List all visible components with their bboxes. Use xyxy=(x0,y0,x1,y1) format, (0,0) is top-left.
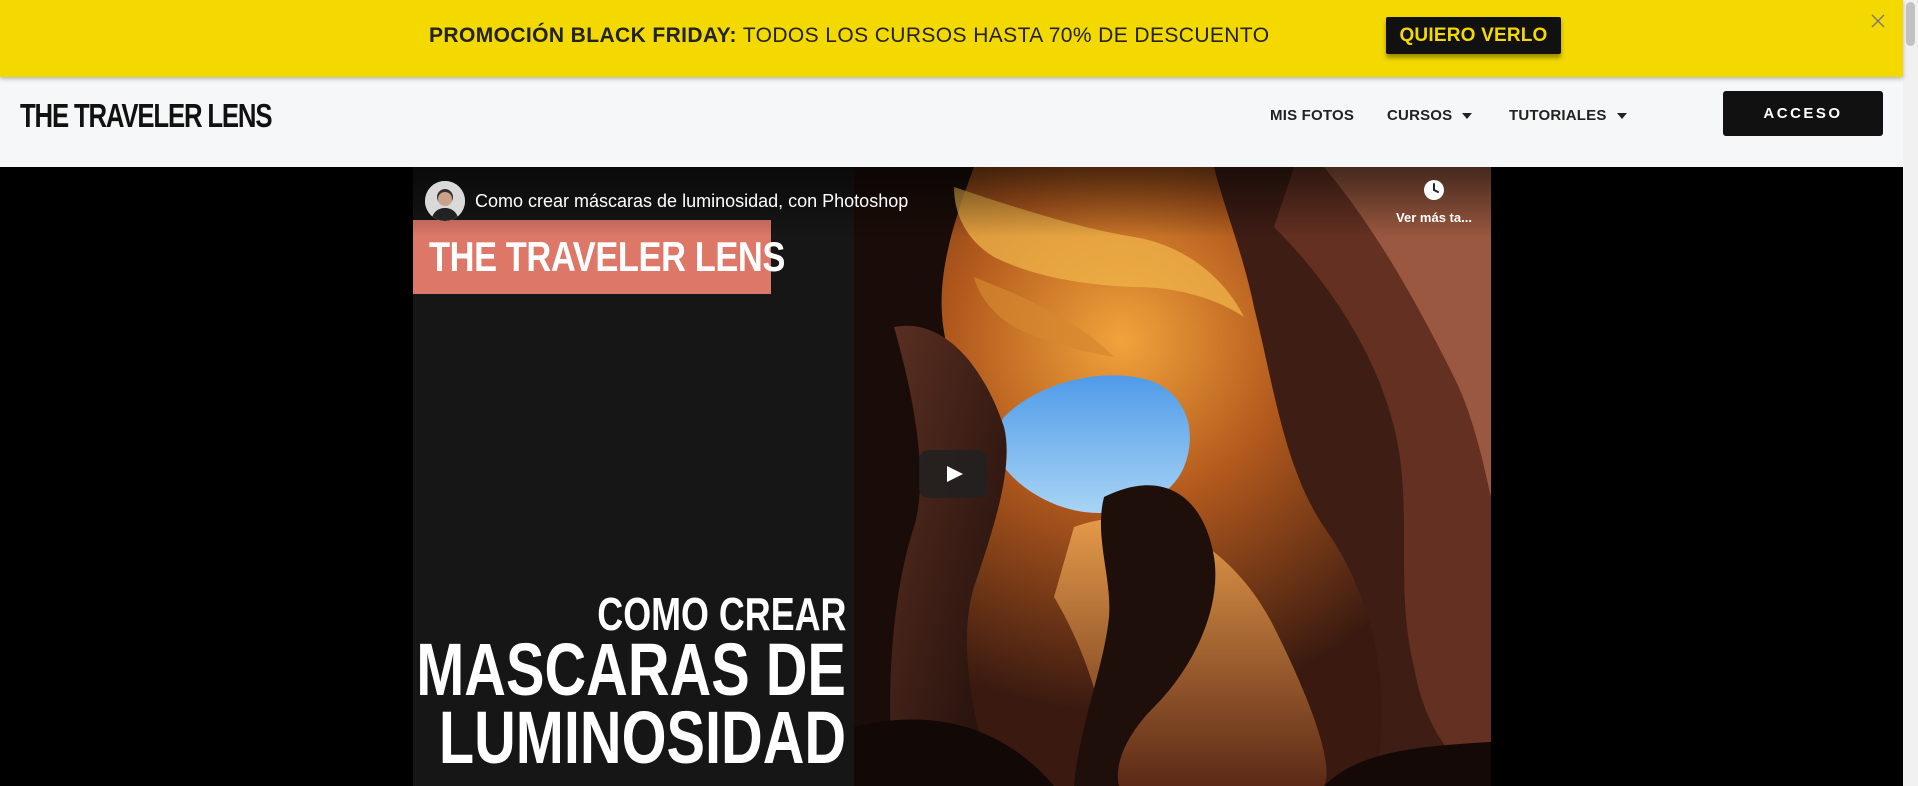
clock-icon xyxy=(1423,180,1445,205)
close-icon[interactable] xyxy=(1868,11,1888,31)
caret-down-icon xyxy=(1462,113,1473,120)
nav-item-label: CURSOS xyxy=(1387,107,1453,124)
login-button[interactable]: ACCESO xyxy=(1723,91,1883,136)
video-player[interactable]: THE TRAVELER LENS COMO CREAR MASCARAS DE… xyxy=(413,167,1491,786)
play-icon xyxy=(947,466,963,482)
play-button[interactable] xyxy=(919,450,987,498)
video-title[interactable]: Como crear máscaras de luminosidad, con … xyxy=(475,191,908,212)
channel-avatar[interactable] xyxy=(425,181,465,221)
nav-item-tutoriales[interactable]: TUTORIALES xyxy=(1509,107,1627,124)
page-scrollbar[interactable] xyxy=(1903,0,1918,786)
nav-item-label: MIS FOTOS xyxy=(1270,107,1355,124)
promo-text: PROMOCIÓN BLACK FRIDAY: TODOS LOS CURSOS… xyxy=(429,24,1269,48)
thumbnail-brand: THE TRAVELER LENS xyxy=(429,233,785,280)
nav-item-mis-fotos[interactable]: MIS FOTOS xyxy=(1270,107,1354,124)
promo-cta-button[interactable]: QUIERO VERLO xyxy=(1386,17,1561,54)
nav-item-label: TUTORIALES xyxy=(1509,107,1607,124)
watch-later-label: Ver más ta... xyxy=(1396,210,1472,225)
promo-bold-text: PROMOCIÓN BLACK FRIDAY: xyxy=(429,24,737,47)
watch-later-button[interactable]: Ver más ta... xyxy=(1389,179,1479,225)
thumbnail-title-line3: LUMINOSIDAD xyxy=(438,696,846,779)
scrollbar-thumb[interactable] xyxy=(1906,2,1915,46)
site-logo[interactable]: THE TRAVELER LENS xyxy=(20,97,273,135)
caret-down-icon xyxy=(1616,113,1627,120)
nav-item-cursos[interactable]: CURSOS xyxy=(1387,107,1473,124)
site-header: THE TRAVELER LENS MIS FOTOS CURSOS TUTOR… xyxy=(0,77,1903,167)
promo-detail-text: TODOS LOS CURSOS HASTA 70% DE DESCUENTO xyxy=(736,24,1270,47)
video-section: THE TRAVELER LENS COMO CREAR MASCARAS DE… xyxy=(0,167,1903,786)
promo-banner: PROMOCIÓN BLACK FRIDAY: TODOS LOS CURSOS… xyxy=(0,0,1903,77)
thumbnail-text-panel: THE TRAVELER LENS COMO CREAR MASCARAS DE… xyxy=(413,167,854,786)
